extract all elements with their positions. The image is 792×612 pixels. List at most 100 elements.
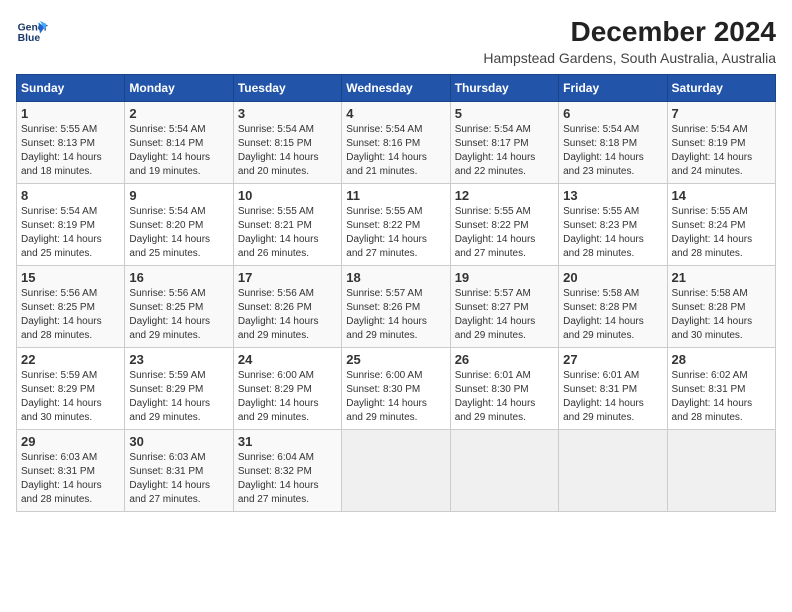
- main-title: December 2024: [483, 16, 776, 48]
- day-info: Sunrise: 6:04 AM Sunset: 8:32 PM Dayligh…: [238, 451, 337, 507]
- day-number: 17: [238, 270, 337, 285]
- day-number: 20: [563, 270, 662, 285]
- calendar-cell: 12 Sunrise: 5:55 AM Sunset: 8:22 PM Dayli…: [450, 184, 558, 266]
- day-number: 18: [346, 270, 445, 285]
- calendar-cell: 15Sunrise: 5:56 AM Sunset: 8:25 PM Dayli…: [17, 266, 125, 348]
- day-number: 10: [238, 188, 337, 203]
- column-header-saturday: Saturday: [667, 75, 775, 102]
- calendar-cell: 31 Sunrise: 6:04 AM Sunset: 8:32 PM Dayli…: [233, 430, 341, 512]
- calendar-cell: 4 Sunrise: 5:54 AM Sunset: 8:16 PM Daylig…: [342, 102, 450, 184]
- calendar-table: SundayMondayTuesdayWednesdayThursdayFrid…: [16, 74, 776, 512]
- calendar-cell: 19 Sunrise: 5:57 AM Sunset: 8:27 PM Dayli…: [450, 266, 558, 348]
- day-info: Sunrise: 5:57 AM Sunset: 8:27 PM Dayligh…: [455, 287, 554, 343]
- day-number: 31: [238, 434, 337, 449]
- day-info: Sunrise: 6:03 AM Sunset: 8:31 PM Dayligh…: [21, 451, 120, 507]
- calendar-cell: 6 Sunrise: 5:54 AM Sunset: 8:18 PM Daylig…: [559, 102, 667, 184]
- day-info: Sunrise: 6:01 AM Sunset: 8:31 PM Dayligh…: [563, 369, 662, 425]
- column-header-monday: Monday: [125, 75, 233, 102]
- subtitle: Hampstead Gardens, South Australia, Aust…: [483, 50, 776, 66]
- calendar-week-row: 8Sunrise: 5:54 AM Sunset: 8:19 PM Daylig…: [17, 184, 776, 266]
- logo-icon: General Blue: [16, 16, 48, 48]
- calendar-cell: 27 Sunrise: 6:01 AM Sunset: 8:31 PM Dayli…: [559, 348, 667, 430]
- calendar-cell: 26 Sunrise: 6:01 AM Sunset: 8:30 PM Dayli…: [450, 348, 558, 430]
- calendar-cell: [667, 430, 775, 512]
- day-number: 2: [129, 106, 228, 121]
- day-info: Sunrise: 6:02 AM Sunset: 8:31 PM Dayligh…: [672, 369, 771, 425]
- day-number: 25: [346, 352, 445, 367]
- day-info: Sunrise: 5:55 AM Sunset: 8:22 PM Dayligh…: [346, 205, 445, 261]
- calendar-cell: 11Sunrise: 5:55 AM Sunset: 8:22 PM Dayli…: [342, 184, 450, 266]
- calendar-cell: 13 Sunrise: 5:55 AM Sunset: 8:23 PM Dayli…: [559, 184, 667, 266]
- calendar-cell: 24Sunrise: 6:00 AM Sunset: 8:29 PM Dayli…: [233, 348, 341, 430]
- calendar-cell: 21 Sunrise: 5:58 AM Sunset: 8:28 PM Dayli…: [667, 266, 775, 348]
- calendar-cell: 20 Sunrise: 5:58 AM Sunset: 8:28 PM Dayli…: [559, 266, 667, 348]
- calendar-cell: 28Sunrise: 6:02 AM Sunset: 8:31 PM Dayli…: [667, 348, 775, 430]
- day-number: 6: [563, 106, 662, 121]
- calendar-cell: 10Sunrise: 5:55 AM Sunset: 8:21 PM Dayli…: [233, 184, 341, 266]
- calendar-cell: 25 Sunrise: 6:00 AM Sunset: 8:30 PM Dayli…: [342, 348, 450, 430]
- day-info: Sunrise: 5:54 AM Sunset: 8:16 PM Dayligh…: [346, 123, 445, 179]
- day-info: Sunrise: 5:54 AM Sunset: 8:19 PM Dayligh…: [672, 123, 771, 179]
- day-number: 19: [455, 270, 554, 285]
- day-info: Sunrise: 5:59 AM Sunset: 8:29 PM Dayligh…: [129, 369, 228, 425]
- column-header-wednesday: Wednesday: [342, 75, 450, 102]
- day-number: 4: [346, 106, 445, 121]
- day-info: Sunrise: 5:54 AM Sunset: 8:17 PM Dayligh…: [455, 123, 554, 179]
- calendar-cell: 1 Sunrise: 5:55 AM Sunset: 8:13 PM Daylig…: [17, 102, 125, 184]
- day-info: Sunrise: 5:56 AM Sunset: 8:26 PM Dayligh…: [238, 287, 337, 343]
- day-info: Sunrise: 5:58 AM Sunset: 8:28 PM Dayligh…: [672, 287, 771, 343]
- calendar-cell: 5Sunrise: 5:54 AM Sunset: 8:17 PM Daylig…: [450, 102, 558, 184]
- day-info: Sunrise: 5:54 AM Sunset: 8:20 PM Dayligh…: [129, 205, 228, 261]
- day-info: Sunrise: 5:56 AM Sunset: 8:25 PM Dayligh…: [129, 287, 228, 343]
- day-info: Sunrise: 5:54 AM Sunset: 8:15 PM Dayligh…: [238, 123, 337, 179]
- day-number: 23: [129, 352, 228, 367]
- day-number: 16: [129, 270, 228, 285]
- title-block: December 2024 Hampstead Gardens, South A…: [483, 16, 776, 66]
- day-info: Sunrise: 6:00 AM Sunset: 8:30 PM Dayligh…: [346, 369, 445, 425]
- day-info: Sunrise: 5:55 AM Sunset: 8:24 PM Dayligh…: [672, 205, 771, 261]
- calendar-cell: 7 Sunrise: 5:54 AM Sunset: 8:19 PM Daylig…: [667, 102, 775, 184]
- day-info: Sunrise: 5:54 AM Sunset: 8:14 PM Dayligh…: [129, 123, 228, 179]
- svg-text:Blue: Blue: [18, 33, 41, 44]
- calendar-cell: 14 Sunrise: 5:55 AM Sunset: 8:24 PM Dayli…: [667, 184, 775, 266]
- logo: General Blue: [16, 16, 48, 48]
- calendar-cell: 16 Sunrise: 5:56 AM Sunset: 8:25 PM Dayli…: [125, 266, 233, 348]
- calendar-cell: [342, 430, 450, 512]
- day-info: Sunrise: 6:03 AM Sunset: 8:31 PM Dayligh…: [129, 451, 228, 507]
- day-info: Sunrise: 5:58 AM Sunset: 8:28 PM Dayligh…: [563, 287, 662, 343]
- calendar-week-row: 22 Sunrise: 5:59 AM Sunset: 8:29 PM Dayli…: [17, 348, 776, 430]
- day-number: 12: [455, 188, 554, 203]
- calendar-body: 1 Sunrise: 5:55 AM Sunset: 8:13 PM Daylig…: [17, 102, 776, 512]
- calendar-cell: [559, 430, 667, 512]
- calendar-week-row: 15Sunrise: 5:56 AM Sunset: 8:25 PM Dayli…: [17, 266, 776, 348]
- calendar-cell: 9Sunrise: 5:54 AM Sunset: 8:20 PM Daylig…: [125, 184, 233, 266]
- day-number: 22: [21, 352, 120, 367]
- day-number: 24: [238, 352, 337, 367]
- day-info: Sunrise: 5:55 AM Sunset: 8:23 PM Dayligh…: [563, 205, 662, 261]
- day-info: Sunrise: 5:59 AM Sunset: 8:29 PM Dayligh…: [21, 369, 120, 425]
- calendar-header-row: SundayMondayTuesdayWednesdayThursdayFrid…: [17, 75, 776, 102]
- day-number: 7: [672, 106, 771, 121]
- calendar-cell: 17 Sunrise: 5:56 AM Sunset: 8:26 PM Dayli…: [233, 266, 341, 348]
- calendar-cell: 2 Sunrise: 5:54 AM Sunset: 8:14 PM Daylig…: [125, 102, 233, 184]
- column-header-friday: Friday: [559, 75, 667, 102]
- calendar-week-row: 1 Sunrise: 5:55 AM Sunset: 8:13 PM Daylig…: [17, 102, 776, 184]
- day-info: Sunrise: 5:55 AM Sunset: 8:22 PM Dayligh…: [455, 205, 554, 261]
- calendar-cell: 29Sunrise: 6:03 AM Sunset: 8:31 PM Dayli…: [17, 430, 125, 512]
- day-number: 21: [672, 270, 771, 285]
- calendar-week-row: 29Sunrise: 6:03 AM Sunset: 8:31 PM Dayli…: [17, 430, 776, 512]
- day-info: Sunrise: 5:54 AM Sunset: 8:18 PM Dayligh…: [563, 123, 662, 179]
- day-info: Sunrise: 5:55 AM Sunset: 8:13 PM Dayligh…: [21, 123, 120, 179]
- day-number: 3: [238, 106, 337, 121]
- day-info: Sunrise: 5:54 AM Sunset: 8:19 PM Dayligh…: [21, 205, 120, 261]
- day-number: 13: [563, 188, 662, 203]
- calendar-cell: 30Sunrise: 6:03 AM Sunset: 8:31 PM Dayli…: [125, 430, 233, 512]
- day-number: 26: [455, 352, 554, 367]
- calendar-cell: 8Sunrise: 5:54 AM Sunset: 8:19 PM Daylig…: [17, 184, 125, 266]
- day-number: 14: [672, 188, 771, 203]
- calendar-cell: 3 Sunrise: 5:54 AM Sunset: 8:15 PM Daylig…: [233, 102, 341, 184]
- day-number: 27: [563, 352, 662, 367]
- day-info: Sunrise: 6:01 AM Sunset: 8:30 PM Dayligh…: [455, 369, 554, 425]
- column-header-tuesday: Tuesday: [233, 75, 341, 102]
- day-number: 1: [21, 106, 120, 121]
